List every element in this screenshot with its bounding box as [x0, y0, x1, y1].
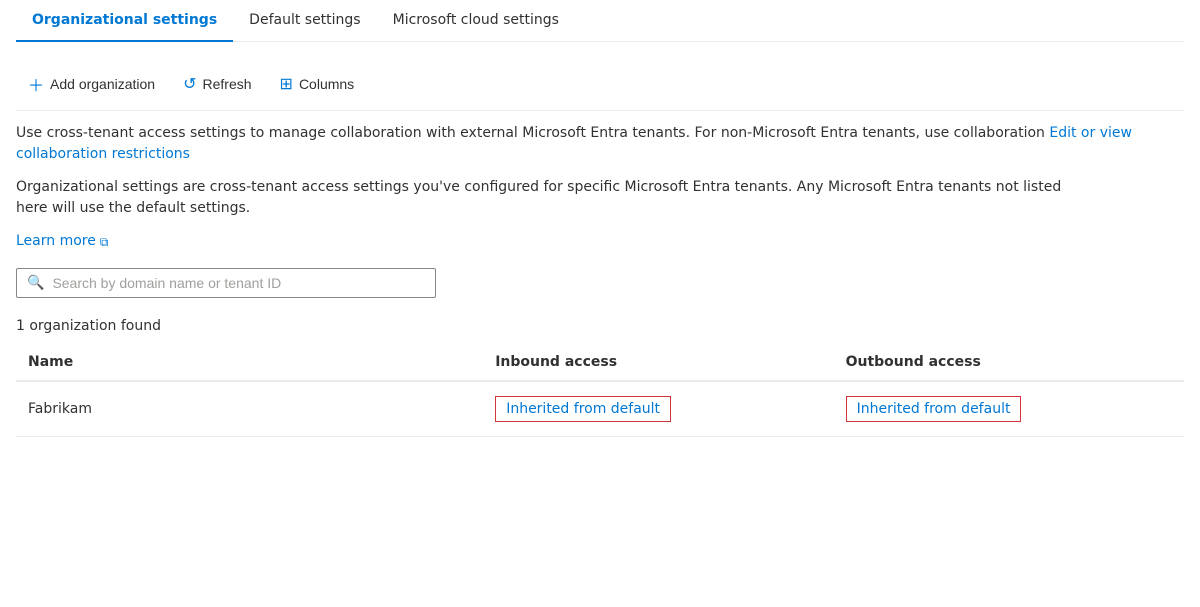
columns-label: Columns [299, 76, 354, 92]
outbound-inherited-badge[interactable]: Inherited from default [846, 396, 1022, 422]
table-header-row: Name Inbound access Outbound access [16, 344, 1184, 381]
tab-org-settings[interactable]: Organizational settings [16, 0, 233, 42]
description-line2b: here will use the default settings. [16, 200, 250, 216]
col-header-inbound: Inbound access [483, 344, 833, 381]
cell-inbound-access: Inherited from default [483, 381, 833, 437]
cell-outbound-access: Inherited from default [834, 381, 1184, 437]
organizations-table: Name Inbound access Outbound access Fabr… [16, 344, 1184, 437]
columns-button[interactable]: ⊞ Columns [268, 68, 367, 100]
search-container: 🔍 [16, 268, 1184, 298]
tabs-nav: Organizational settings Default settings… [16, 0, 1184, 42]
tab-ms-cloud-settings[interactable]: Microsoft cloud settings [377, 0, 575, 42]
table-row: Fabrikam Inherited from default Inherited … [16, 381, 1184, 437]
results-count: 1 organization found [16, 318, 1184, 334]
refresh-icon: ↺ [183, 74, 196, 94]
description-section: Use cross-tenant access settings to mana… [16, 123, 1184, 252]
description-block-1: Use cross-tenant access settings to mana… [16, 123, 1184, 165]
external-link-icon: ⧉ [100, 233, 109, 251]
refresh-label: Refresh [203, 76, 252, 92]
description-line1: Use cross-tenant access settings to mana… [16, 125, 1045, 141]
columns-icon: ⊞ [280, 74, 293, 94]
refresh-button[interactable]: ↺ Refresh [171, 68, 263, 100]
learn-more-label: Learn more [16, 231, 96, 252]
page-container: Organizational settings Default settings… [0, 0, 1200, 607]
tab-default-settings[interactable]: Default settings [233, 0, 376, 42]
toolbar: ＋ Add organization ↺ Refresh ⊞ Columns [16, 58, 1184, 111]
table-body: Fabrikam Inherited from default Inherited … [16, 381, 1184, 437]
col-header-name: Name [16, 344, 483, 381]
add-org-label: Add organization [50, 76, 155, 92]
search-wrapper: 🔍 [16, 268, 436, 298]
plus-icon: ＋ [28, 72, 44, 96]
search-icon: 🔍 [27, 275, 44, 291]
search-input[interactable] [52, 275, 425, 291]
description-line2a: Organizational settings are cross-tenant… [16, 179, 1061, 195]
cell-org-name: Fabrikam [16, 381, 483, 437]
col-header-outbound: Outbound access [834, 344, 1184, 381]
table-header: Name Inbound access Outbound access [16, 344, 1184, 381]
add-organization-button[interactable]: ＋ Add organization [16, 66, 167, 102]
description-block-2: Organizational settings are cross-tenant… [16, 177, 1184, 219]
learn-more-link[interactable]: Learn more ⧉ [16, 231, 108, 252]
inbound-inherited-badge[interactable]: Inherited from default [495, 396, 671, 422]
